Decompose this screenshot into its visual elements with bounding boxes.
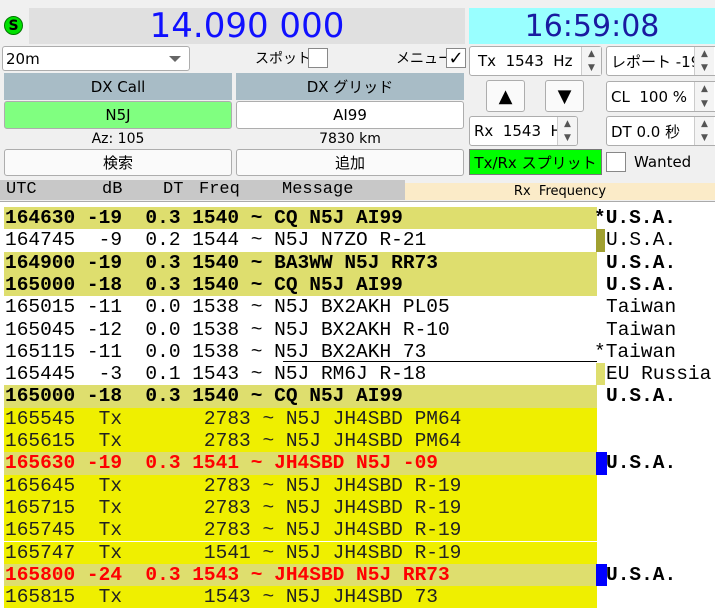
rx-frequency-header: Rx Frequency — [405, 183, 715, 200]
row-message: 165715 Tx 2783 ~ N5J JH4SBD R-19 — [5, 496, 462, 519]
row-message: 165747 Tx 1541 ~ N5J JH4SBD R-19 — [5, 541, 462, 564]
report-spinbox[interactable]: レポート -19 ▲ ▼ — [606, 46, 715, 76]
frequency-display: 14.090 000 — [29, 6, 465, 46]
table-row[interactable]: 165800 -24 0.3 1543 ~ JH4SBD N5J RR73 U.S… — [0, 563, 715, 587]
col-message[interactable]: Message — [282, 180, 353, 199]
col-db[interactable]: dB — [102, 180, 122, 199]
table-row[interactable]: 165745 Tx 2783 ~ N5J JH4SBD R-19 — [0, 519, 715, 542]
split-button[interactable]: Tx/Rx スプリット — [469, 149, 602, 175]
report-value: レポート -19 — [611, 52, 701, 71]
table-row[interactable]: 164745 -9 0.2 1544 ~ N5J N7ZO R-21 U.S.A. — [0, 229, 715, 252]
row-message: 165115 -11 0.0 1538 ~ N5J BX2AKH 73 — [5, 340, 427, 363]
table-row[interactable]: 164630 -19 0.3 1540 ~ CQ N5J AI99 *U.S.A. — [0, 207, 715, 230]
table-row[interactable]: 165045 -12 0.0 1538 ~ N5J BX2AKH R-10 Tai… — [0, 319, 715, 341]
wanted-checkbox[interactable] — [606, 152, 626, 172]
row-message: 165615 Tx 2783 ~ N5J JH4SBD PM64 — [5, 430, 462, 452]
freq-down-button[interactable]: ▼ — [545, 80, 584, 112]
cl-value: CL 100 % — [611, 87, 688, 106]
underline — [283, 360, 597, 362]
col-freq[interactable]: Freq — [199, 180, 240, 199]
status-icon: S — [4, 16, 23, 35]
row-message: 165045 -12 0.0 1538 ~ N5J BX2AKH R-10 — [5, 318, 450, 341]
row-message: 165745 Tx 2783 ~ N5J JH4SBD R-19 — [5, 519, 462, 542]
distance-label: 7830 km — [319, 131, 381, 147]
up-arrow-icon: ▲ — [498, 85, 513, 107]
row-country: U.S.A. — [606, 563, 677, 586]
decode-list[interactable]: 164630 -19 0.3 1540 ~ CQ N5J AI99 *U.S.A.… — [0, 201, 715, 612]
row-message: 165800 -24 0.3 1543 ~ JH4SBD N5J RR73 — [5, 563, 450, 586]
row-message: 165645 Tx 2783 ~ N5J JH4SBD R-19 — [5, 474, 462, 497]
dx-grid-header: DX グリッド — [236, 73, 464, 100]
row-country: U.S.A. — [606, 385, 677, 408]
table-row[interactable]: 165715 Tx 2783 ~ N5J JH4SBD R-19 — [0, 496, 715, 520]
row-message: 165815 Tx 1543 ~ N5J JH4SBD 73 — [5, 586, 438, 609]
table-row[interactable]: 165747 Tx 1541 ~ N5J JH4SBD R-19 — [0, 541, 715, 564]
table-row[interactable]: 165000 -18 0.3 1540 ~ CQ N5J AI99 U.S.A. — [0, 273, 715, 297]
menu-label: メニュー — [396, 51, 452, 67]
table-row[interactable]: 165445 -3 0.1 1543 ~ N5J RM6J R-18 EU Rus… — [0, 363, 715, 386]
dx-call-header: DX Call — [4, 73, 232, 100]
add-button[interactable]: 追加 — [236, 149, 464, 176]
spot-label: スポット — [255, 51, 311, 67]
wanted-label: Wanted — [634, 153, 692, 171]
row-country: U.S.A. — [606, 452, 677, 475]
tx-frequency-spinbox[interactable]: Tx 1543 Hz ▲ ▼ — [469, 46, 602, 76]
marker — [596, 229, 605, 252]
chevron-down-icon — [169, 56, 181, 62]
band-select[interactable]: 20m — [2, 46, 190, 71]
col-dt[interactable]: DT — [163, 180, 183, 199]
lookup-button[interactable]: 検索 — [4, 149, 232, 176]
table-row[interactable]: 165645 Tx 2783 ~ N5J JH4SBD R-19 — [0, 474, 715, 497]
table-row[interactable]: 165000 -18 0.3 1540 ~ CQ N5J AI99 U.S.A. — [0, 385, 715, 408]
table-row[interactable]: 165615 Tx 2783 ~ N5J JH4SBD PM64 — [0, 430, 715, 453]
table-header: Rx Frequency UTC dB DT Freq Message — [0, 180, 715, 200]
marker — [596, 363, 605, 386]
row-message: 164630 -19 0.3 1540 ~ CQ N5J AI99 — [5, 207, 403, 229]
azimuth-label: Az: 105 — [91, 131, 145, 147]
menu-checkbox[interactable]: ✓ — [446, 47, 466, 69]
table-row[interactable]: 165015 -11 0.0 1538 ~ N5J BX2AKH PL05 Tai… — [0, 296, 715, 318]
spot-checkbox[interactable] — [308, 48, 328, 68]
row-message: 165445 -3 0.1 1543 ~ N5J RM6J R-18 — [5, 363, 427, 386]
clock-display: 16:59:08 — [469, 8, 715, 44]
table-row[interactable]: 165815 Tx 1543 ~ N5J JH4SBD 73 — [0, 586, 715, 609]
col-utc[interactable]: UTC — [6, 180, 37, 199]
row-country: *U.S.A. — [594, 207, 676, 229]
cl-spinbox[interactable]: CL 100 % ▲ ▼ — [606, 81, 715, 112]
row-message: 165015 -11 0.0 1538 ~ N5J BX2AKH PL05 — [5, 296, 450, 319]
rx-frequency-value: Rx 1543 H — [474, 122, 562, 140]
row-country: U.S.A. — [606, 251, 677, 274]
dt-value: DT 0.0 秒 — [611, 122, 681, 141]
row-message: 164900 -19 0.3 1540 ~ BA3WW N5J RR73 — [5, 251, 438, 274]
freq-up-button[interactable]: ▲ — [486, 80, 525, 112]
table-row[interactable]: 164900 -19 0.3 1540 ~ BA3WW N5J RR73 U.S.… — [0, 251, 715, 274]
row-country: U.S.A. — [606, 273, 677, 296]
row-country: Taiwan — [606, 296, 677, 319]
table-row[interactable]: 165630 -19 0.3 1541 ~ JH4SBD N5J -09 U.S.… — [0, 452, 715, 475]
row-message: 164745 -9 0.2 1544 ~ N5J N7ZO R-21 — [5, 229, 427, 252]
check-icon: ✓ — [448, 47, 464, 69]
row-message: 165545 Tx 2783 ~ N5J JH4SBD PM64 — [5, 407, 462, 430]
dx-call-input[interactable]: N5J — [4, 101, 232, 129]
dt-spinbox[interactable]: DT 0.0 秒 ▲ ▼ — [606, 116, 715, 146]
spin-arrows-icon[interactable]: ▲ ▼ — [557, 117, 577, 145]
row-message: 165000 -18 0.3 1540 ~ CQ N5J AI99 — [5, 273, 403, 296]
spin-arrows-icon[interactable]: ▲ ▼ — [581, 47, 601, 75]
row-country: Taiwan — [606, 318, 677, 341]
row-message: 165630 -19 0.3 1541 ~ JH4SBD N5J -09 — [5, 452, 438, 475]
row-country: U.S.A. — [606, 229, 677, 252]
row-message: 165000 -18 0.3 1540 ~ CQ N5J AI99 — [5, 385, 403, 408]
rx-frequency-spinbox[interactable]: Rx 1543 H ▲ ▼ — [469, 116, 578, 146]
row-country: EU Russia — [606, 363, 712, 386]
dx-grid-input[interactable]: AI99 — [236, 101, 464, 129]
band-value: 20m — [6, 49, 40, 68]
table-row[interactable]: 165545 Tx 2783 ~ N5J JH4SBD PM64 — [0, 407, 715, 430]
spin-arrows-icon[interactable]: ▲ ▼ — [694, 82, 714, 111]
row-country: *Taiwan — [594, 340, 676, 363]
spin-arrows-icon[interactable]: ▲ ▼ — [694, 117, 714, 145]
spin-arrows-icon[interactable]: ▲ ▼ — [694, 47, 714, 75]
table-row[interactable]: 165115 -11 0.0 1538 ~ N5J BX2AKH 73 *Taiw… — [0, 341, 715, 363]
down-arrow-icon: ▼ — [557, 85, 572, 107]
tx-frequency-value: Tx 1543 Hz — [478, 52, 573, 70]
